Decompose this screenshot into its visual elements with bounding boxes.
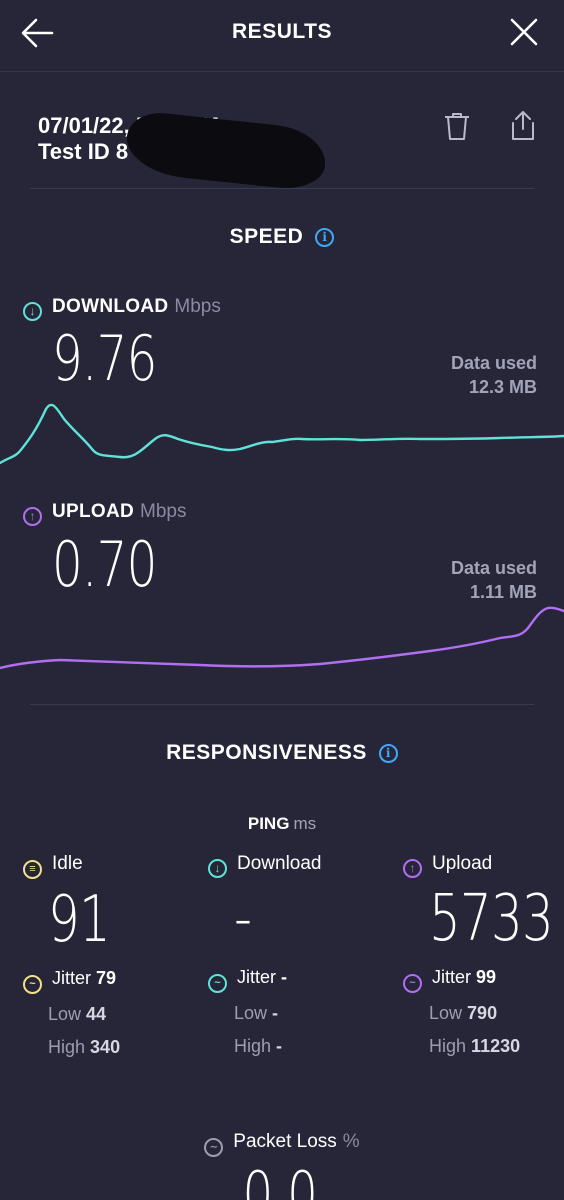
- idle-low-value: 44: [86, 1004, 107, 1024]
- download-metric-label: ↓ DOWNLOAD Mbps: [23, 296, 221, 321]
- download-data-used-label: Data used: [450, 353, 537, 373]
- test-id: Test ID 8: [38, 139, 129, 164]
- download-ping-value: -: [234, 882, 252, 956]
- share-icon: [512, 111, 534, 140]
- download-speed-value: 9.76: [52, 322, 157, 395]
- download-speed-graph: [0, 403, 564, 465]
- upload-label: UPLOAD: [52, 501, 135, 522]
- jitter-icon: ~: [403, 974, 422, 993]
- upload-unit: Mbps: [140, 501, 187, 522]
- ping-label: PING: [247, 814, 290, 833]
- header-divider: [0, 71, 564, 72]
- download-high-label: High: [234, 1036, 272, 1056]
- ping-unit: ms: [293, 814, 317, 833]
- upload-data-used-label: Data used: [450, 558, 537, 578]
- ping-idle-column: ≡ Idle 91 ~ Jitter 79 Low 44 High 340: [23, 853, 127, 1064]
- download-low: Low -: [234, 997, 322, 1030]
- upload-speed-value: 0.70: [52, 528, 157, 601]
- upload-metric-label: ↑ UPLOAD Mbps: [23, 501, 187, 526]
- download-low-label: Low: [234, 1003, 268, 1023]
- download-data-used: Data used 12.3 MB: [451, 351, 537, 399]
- upload-low: Low 790: [429, 997, 564, 1030]
- ping-upload-header: ↑ Upload: [403, 853, 564, 878]
- idle-jitter: ~ Jitter 79: [23, 968, 127, 994]
- download-high-value: -: [276, 1036, 283, 1056]
- speed-section-title: SPEED i: [0, 225, 564, 249]
- upload-graph-line: [0, 606, 564, 670]
- info-icon[interactable]: i: [378, 743, 398, 763]
- ping-upload-column: ↑ Upload 5733 ~ Jitter 99 Low 790 High 112…: [403, 853, 564, 1063]
- download-jitter-value: -: [281, 967, 288, 987]
- ping-download-column: ↓ Download - ~ Jitter - Low - High -: [208, 853, 322, 1063]
- upload-jitter-label: Jitter: [432, 967, 472, 987]
- packet-loss-unit: %: [342, 1131, 360, 1152]
- jitter-icon: ~: [208, 974, 227, 993]
- ping-heading: PING ms: [0, 814, 564, 834]
- speed-divider: [30, 704, 534, 705]
- share-button[interactable]: [508, 109, 538, 146]
- trash-icon: [445, 113, 469, 140]
- download-jitter-label: Jitter: [237, 967, 277, 987]
- download-high: High -: [234, 1030, 322, 1063]
- responsiveness-section-title: RESPONSIVENESS i: [0, 741, 564, 765]
- upload-jitter-value: 99: [476, 967, 497, 987]
- ping-download-label: Download: [237, 853, 322, 874]
- idle-high-label: High: [48, 1037, 86, 1057]
- close-icon: [510, 18, 538, 46]
- idle-jitter-value: 79: [96, 968, 117, 988]
- download-jitter: ~ Jitter -: [208, 967, 322, 993]
- delete-button[interactable]: [442, 111, 472, 146]
- upload-high: High 11230: [429, 1030, 564, 1063]
- download-label: DOWNLOAD: [52, 296, 169, 317]
- packet-loss-value: 0.0: [242, 1158, 318, 1200]
- upload-high-label: High: [429, 1036, 467, 1056]
- download-low-value: -: [272, 1003, 279, 1023]
- download-unit: Mbps: [174, 296, 221, 317]
- upload-arrow-icon: ↑: [403, 859, 422, 878]
- jitter-icon: ~: [23, 975, 42, 994]
- upload-arrow-icon: ↑: [23, 507, 42, 526]
- idle-low-label: Low: [48, 1004, 82, 1024]
- packet-loss-value-wrap: 0.0: [0, 1158, 564, 1200]
- ping-idle-header: ≡ Idle: [23, 853, 127, 879]
- packet-loss-heading: ∼ Packet Loss%: [0, 1131, 564, 1157]
- idle-high-value: 340: [90, 1037, 121, 1057]
- upload-jitter: ~ Jitter 99: [403, 967, 564, 993]
- upload-low-label: Low: [429, 1003, 463, 1023]
- upload-high-value: 11230: [471, 1036, 521, 1056]
- speed-title-text: SPEED: [229, 225, 304, 249]
- packet-loss-icon: ∼: [204, 1138, 224, 1157]
- idle-ping-value: 91: [48, 883, 111, 957]
- responsiveness-title-text: RESPONSIVENESS: [166, 741, 367, 765]
- ping-download-header: ↓ Download: [208, 853, 322, 878]
- redaction-mark: [123, 109, 329, 193]
- idle-jitter-label: Jitter: [52, 968, 92, 988]
- download-graph-line: [0, 403, 564, 465]
- download-arrow-icon: ↓: [208, 859, 227, 878]
- upload-low-value: 790: [467, 1003, 498, 1023]
- idle-label: Idle: [52, 853, 83, 874]
- idle-low: Low 44: [48, 998, 127, 1031]
- info-icon[interactable]: i: [315, 227, 335, 247]
- upload-ping-value: 5733: [429, 882, 554, 956]
- close-button[interactable]: [509, 17, 539, 47]
- packet-loss-label: Packet Loss: [233, 1131, 337, 1152]
- ping-upload-label: Upload: [432, 853, 493, 874]
- page-title: RESULTS: [232, 20, 332, 43]
- meta-divider: [30, 188, 534, 189]
- upload-speed-graph: [0, 606, 564, 670]
- download-arrow-icon: ↓: [23, 302, 42, 321]
- idle-icon: ≡: [23, 860, 42, 879]
- idle-high: High 340: [48, 1031, 127, 1064]
- upload-data-used: Data used 1.11 MB: [451, 556, 537, 604]
